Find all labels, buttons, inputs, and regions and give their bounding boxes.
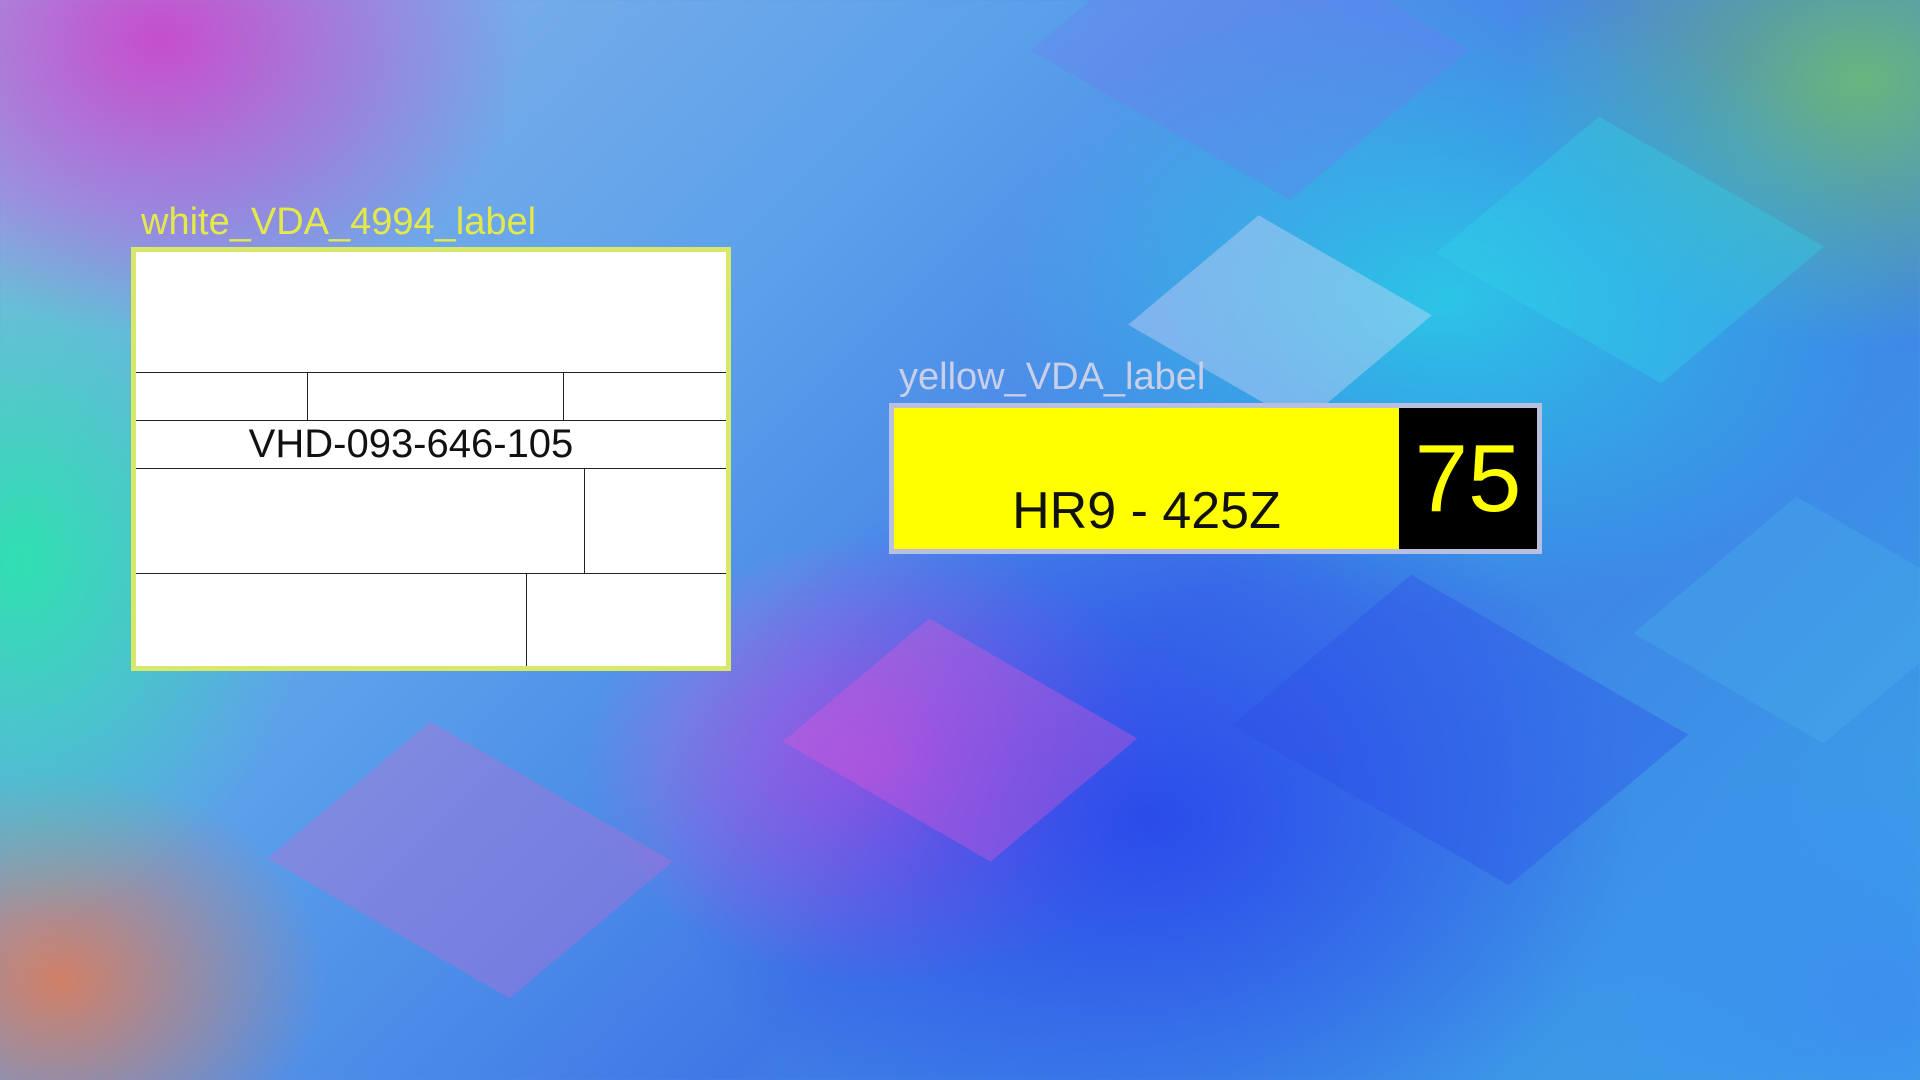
label-row-footer: [136, 574, 726, 666]
label-number: 75: [1414, 424, 1522, 532]
white-label-caption: white_VDA_4994_label: [141, 201, 537, 243]
label-cell: [136, 574, 527, 666]
background-shard: [1030, 0, 1470, 201]
number-box: 75: [1399, 408, 1537, 549]
background-shard: [267, 721, 673, 999]
white-vda-4994-label[interactable]: VHD-093-646-105: [131, 247, 731, 671]
background-shard: [1231, 574, 1689, 886]
yellow-label-caption: yellow_VDA_label: [899, 356, 1206, 398]
label-row-header: [136, 252, 726, 373]
plate-text: HR9 - 425Z: [1012, 482, 1281, 540]
label-cell: [307, 373, 564, 420]
label-code: VHD-093-646-105: [248, 422, 574, 466]
yellow-vda-label[interactable]: HR9 - 425Z 75: [889, 403, 1542, 554]
label-cell: [136, 469, 585, 573]
background-shard: [1633, 496, 1920, 744]
background-shard: [1435, 116, 1825, 384]
label-row-fields: [136, 373, 726, 421]
plate-area: HR9 - 425Z: [894, 408, 1399, 549]
label-row-body: [136, 469, 726, 574]
label-row-code: VHD-093-646-105: [136, 421, 726, 469]
label-cell: [136, 373, 308, 420]
background-shard: [782, 618, 1138, 862]
